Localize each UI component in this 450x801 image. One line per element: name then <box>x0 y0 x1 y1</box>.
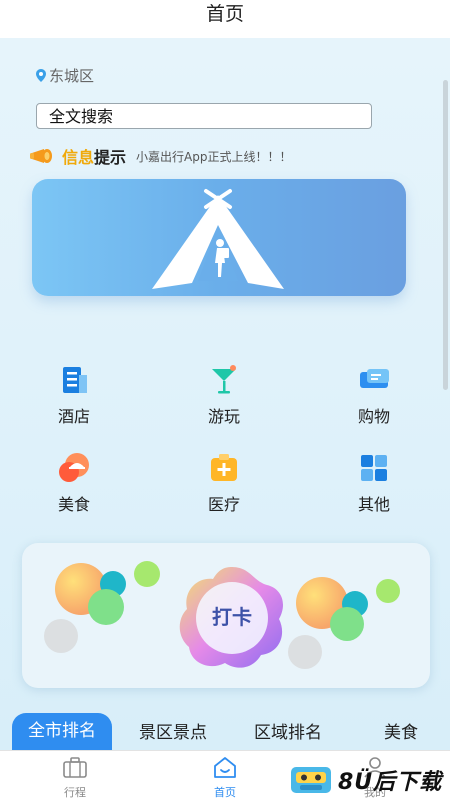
grid-apps-icon <box>357 451 391 485</box>
decor-bubble <box>288 635 322 669</box>
location-selector[interactable]: 东城区 <box>36 65 94 86</box>
notice-message: 小嘉出行App正式上线！！！ <box>136 149 292 164</box>
category-label: 美食 <box>57 495 90 514</box>
shopping-ticket-icon <box>357 363 391 397</box>
location-pin-icon <box>36 69 46 82</box>
banner[interactable] <box>32 179 406 296</box>
decor-bubble <box>330 607 364 641</box>
category-medical[interactable]: 医疗 <box>184 451 264 515</box>
nav-label: 行程 <box>64 786 86 799</box>
notice-bar[interactable]: 信息 提示 小嘉出行App正式上线！！！ <box>30 146 292 167</box>
notice-title: 提示 <box>94 148 127 167</box>
category-shopping[interactable]: 购物 <box>334 363 414 427</box>
search-input[interactable]: 全文搜索 <box>36 103 372 129</box>
nav-trip[interactable]: 行程 <box>45 755 105 800</box>
decor-bubble <box>44 619 78 653</box>
decor-bubble <box>134 561 160 587</box>
category-label: 酒店 <box>57 407 90 426</box>
suitcase-icon <box>63 757 87 778</box>
category-label: 游玩 <box>207 407 240 426</box>
location-label: 东城区 <box>49 67 95 85</box>
home-icon <box>214 757 236 778</box>
checkin-button[interactable]: 打卡 <box>175 563 289 673</box>
watermark: 8Ü后下载 <box>290 764 442 796</box>
page-title: 首页 <box>0 0 450 36</box>
megaphone-icon <box>30 149 52 163</box>
food-cloche-icon <box>57 451 91 485</box>
decor-bubble <box>376 579 400 603</box>
category-label: 购物 <box>357 407 390 426</box>
category-hotel[interactable]: 酒店 <box>34 363 114 427</box>
tab-scenic-spots[interactable]: 景区景点 <box>139 718 207 743</box>
checkin-label: 打卡 <box>212 605 252 629</box>
tab-food[interactable]: 美食 <box>384 718 418 743</box>
hotel-building-icon <box>57 363 91 397</box>
ranking-tabs: 全市排名 景区景点 区域排名 美食 <box>12 713 450 750</box>
notice-title-highlight: 信息 <box>62 148 95 167</box>
category-label: 其他 <box>357 495 390 514</box>
checkin-card: 打卡 <box>22 543 430 688</box>
cassette-logo-icon <box>291 767 331 793</box>
tab-area-ranking[interactable]: 区域排名 <box>254 718 322 743</box>
cocktail-icon <box>207 363 241 397</box>
category-food[interactable]: 美食 <box>34 451 114 515</box>
nav-home[interactable]: 首页 <box>195 755 255 800</box>
watermark-text: 8Ü后下载 <box>338 770 443 795</box>
tab-city-ranking[interactable]: 全市排名 <box>12 713 112 750</box>
category-label: 医疗 <box>207 495 240 514</box>
medical-kit-icon <box>207 451 241 485</box>
scrollbar[interactable] <box>443 80 448 390</box>
decor-bubble <box>88 589 124 625</box>
category-other[interactable]: 其他 <box>334 451 414 515</box>
nav-label: 首页 <box>214 786 236 799</box>
category-play[interactable]: 游玩 <box>184 363 264 427</box>
tent-hiker-logo-icon <box>152 189 284 289</box>
home-content[interactable]: 东城区 全文搜索 信息 提示 小嘉出行App正式上线！！！ 酒店 游玩 购物 美… <box>0 38 450 750</box>
